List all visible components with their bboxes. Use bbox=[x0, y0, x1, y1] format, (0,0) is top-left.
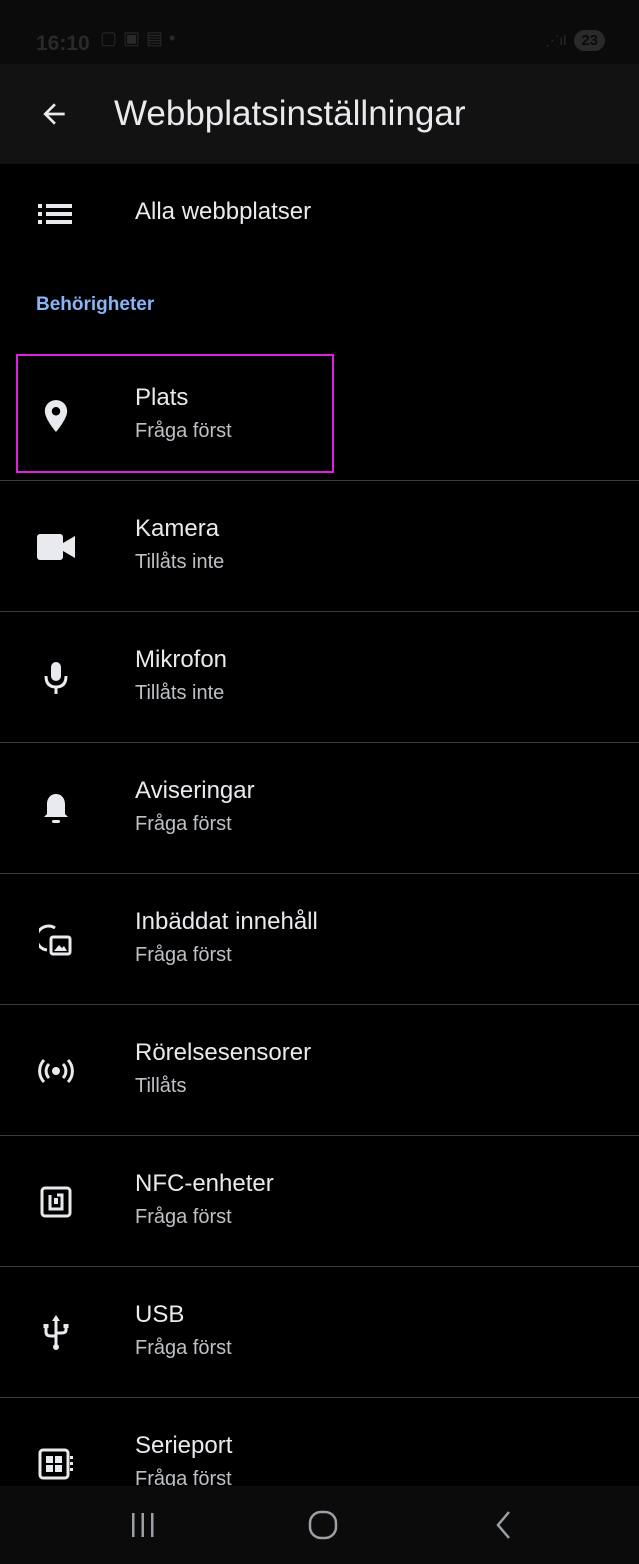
serial-port-icon bbox=[36, 1444, 76, 1484]
permission-status: Fråga först bbox=[135, 944, 232, 966]
permission-motion-sensors[interactable]: Rörelsesensorer Tillåts bbox=[0, 1005, 639, 1136]
page-title: Webbplatsinställningar bbox=[114, 94, 466, 133]
permission-status: Fråga först bbox=[135, 1337, 232, 1359]
permissions-list: Plats Fråga först Kamera Tillåts inte Mi… bbox=[0, 350, 639, 1529]
permission-title: Mikrofon bbox=[135, 646, 228, 673]
permission-status: Tillåts inte bbox=[135, 682, 225, 704]
section-header: Behörigheter bbox=[36, 294, 155, 315]
microphone-icon bbox=[36, 658, 76, 698]
sensors-icon bbox=[36, 1051, 76, 1091]
status-bar: 16:10 ▢▣▤• ⋰ıl 23 bbox=[0, 0, 639, 64]
chevron-left-icon bbox=[496, 1511, 510, 1539]
permission-title: USB bbox=[135, 1301, 185, 1328]
permission-camera[interactable]: Kamera Tillåts inte bbox=[0, 481, 639, 612]
permission-status: Fråga först bbox=[135, 1206, 232, 1228]
permission-title: Aviseringar bbox=[135, 777, 255, 804]
location-pin-icon bbox=[36, 396, 76, 436]
permission-title: Kamera bbox=[135, 515, 220, 542]
back-button[interactable] bbox=[26, 86, 82, 142]
permission-location[interactable]: Plats Fråga först bbox=[0, 350, 639, 481]
permission-title: Serieport bbox=[135, 1432, 233, 1459]
all-sites-item[interactable]: Alla webbplatser bbox=[0, 164, 639, 264]
permission-status: Fråga först bbox=[135, 813, 232, 835]
embedded-content-icon bbox=[36, 920, 76, 960]
usb-icon bbox=[36, 1313, 76, 1353]
list-icon bbox=[38, 200, 72, 233]
navigation-bar bbox=[0, 1486, 639, 1564]
permission-notifications[interactable]: Aviseringar Fråga först bbox=[0, 743, 639, 874]
permission-usb[interactable]: USB Fråga först bbox=[0, 1267, 639, 1398]
bell-icon bbox=[36, 789, 76, 829]
recent-apps-icon bbox=[132, 1513, 154, 1537]
notification-icons: ▢▣▤• bbox=[100, 28, 182, 48]
permission-status: Tillåts inte bbox=[135, 551, 225, 573]
permission-title: Inbäddat innehåll bbox=[135, 908, 318, 935]
permission-embedded-content[interactable]: Inbäddat innehåll Fråga först bbox=[0, 874, 639, 1005]
home-button[interactable] bbox=[293, 1502, 353, 1548]
permission-nfc-devices[interactable]: NFC-enheter Fråga först bbox=[0, 1136, 639, 1267]
permission-status: Fråga först bbox=[135, 420, 232, 442]
permission-title: Plats bbox=[135, 384, 189, 411]
back-nav-button[interactable] bbox=[474, 1502, 534, 1548]
permission-status: Tillåts bbox=[135, 1075, 187, 1097]
permission-title: NFC-enheter bbox=[135, 1170, 274, 1197]
permission-microphone[interactable]: Mikrofon Tillåts inte bbox=[0, 612, 639, 743]
status-time: 16:10 bbox=[36, 32, 90, 55]
signal-icon: ⋰ıl bbox=[545, 32, 567, 48]
battery-badge: 23 bbox=[574, 30, 605, 51]
app-bar: Webbplatsinställningar bbox=[0, 64, 639, 164]
recent-apps-button[interactable] bbox=[113, 1502, 173, 1548]
home-icon bbox=[308, 1510, 338, 1540]
nfc-icon bbox=[36, 1182, 76, 1222]
camera-icon bbox=[36, 527, 76, 567]
status-icons: ⋰ıl 23 bbox=[545, 30, 605, 51]
permission-title: Rörelsesensorer bbox=[135, 1039, 312, 1066]
arrow-back-icon bbox=[43, 103, 65, 125]
all-sites-label: Alla webbplatser bbox=[135, 198, 312, 225]
